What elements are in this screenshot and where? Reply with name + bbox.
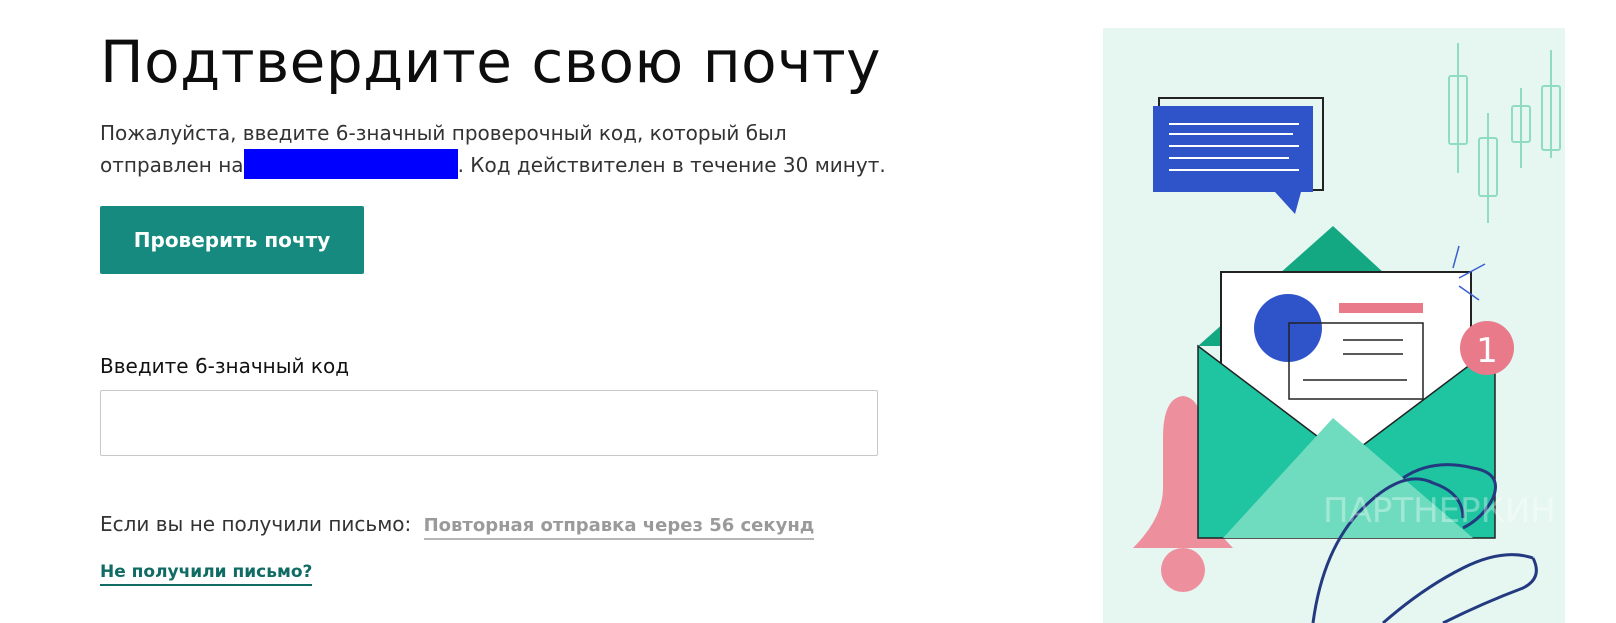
description-validity: . Код действителен в течение 30 минут. (457, 153, 886, 177)
badge-count: 1 (1476, 331, 1498, 371)
code-label: Введите 6-значный код (100, 354, 350, 378)
resend-prompt: Если вы не получили письмо: (100, 512, 412, 536)
resend-timer: Повторная отправка через 56 секунд (423, 515, 815, 540)
email-illustration: 1 ПАРТНЕРКИН (1103, 28, 1565, 623)
verify-email-button[interactable]: Проверить почту (100, 206, 364, 274)
page-title: Подтвердите свою почту (100, 28, 881, 96)
no-email-link[interactable]: Не получили письмо? (100, 562, 313, 586)
notification-badge: 1 (1460, 321, 1514, 375)
redacted-email (243, 149, 458, 179)
resend-row: Если вы не получили письмо: Повторная от… (100, 512, 815, 540)
watermark-text: ПАРТНЕРКИН (1323, 491, 1556, 531)
code-input[interactable] (100, 390, 878, 456)
page-description: Пожалуйста, введите 6-значный проверочны… (100, 118, 900, 181)
